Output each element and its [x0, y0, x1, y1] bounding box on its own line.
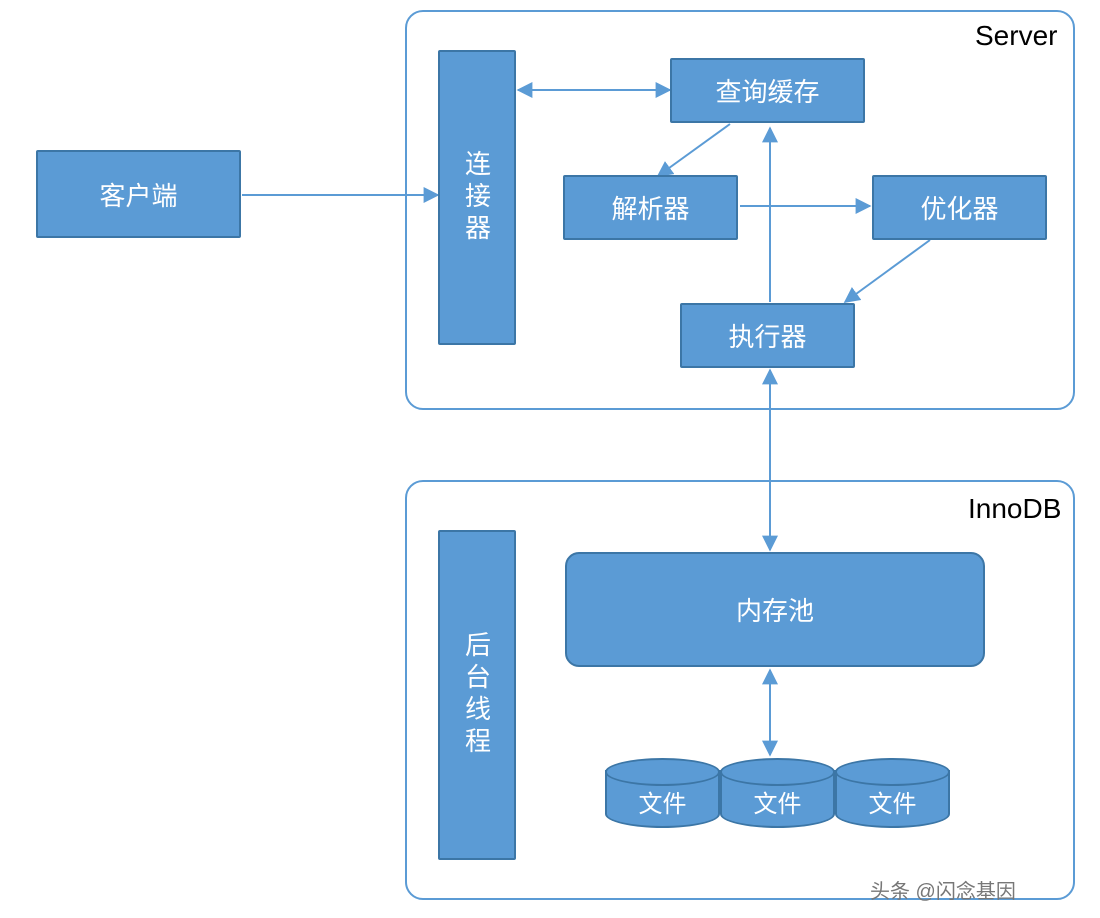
node-bg-thread-label: 后台线程 — [459, 631, 496, 759]
node-file-1-label: 文件 — [605, 784, 720, 819]
node-optimizer-label: 优化器 — [920, 189, 998, 226]
node-query-cache-label: 查询缓存 — [715, 72, 819, 109]
node-file-3: 文件 — [835, 758, 950, 828]
node-client-label: 客户端 — [99, 176, 177, 213]
node-parser: 解析器 — [563, 175, 738, 240]
node-file-2: 文件 — [720, 758, 835, 828]
node-memory-pool-label: 内存池 — [736, 591, 814, 628]
node-file-2-label: 文件 — [720, 784, 835, 819]
node-bg-thread: 后台线程 — [438, 530, 516, 860]
watermark: 头条 @闪念基因 — [870, 875, 1016, 904]
node-file-3-label: 文件 — [835, 784, 950, 819]
node-optimizer: 优化器 — [872, 175, 1047, 240]
frame-innodb-label: InnoDB — [968, 493, 1061, 525]
node-executor-label: 执行器 — [728, 317, 806, 354]
node-executor: 执行器 — [680, 303, 855, 368]
node-client: 客户端 — [36, 150, 241, 238]
node-query-cache: 查询缓存 — [670, 58, 865, 123]
node-connector: 连接器 — [438, 50, 516, 345]
node-memory-pool: 内存池 — [565, 552, 985, 667]
node-parser-label: 解析器 — [611, 189, 689, 226]
node-file-1: 文件 — [605, 758, 720, 828]
node-connector-label: 连接器 — [459, 150, 496, 246]
frame-server-label: Server — [975, 20, 1057, 52]
